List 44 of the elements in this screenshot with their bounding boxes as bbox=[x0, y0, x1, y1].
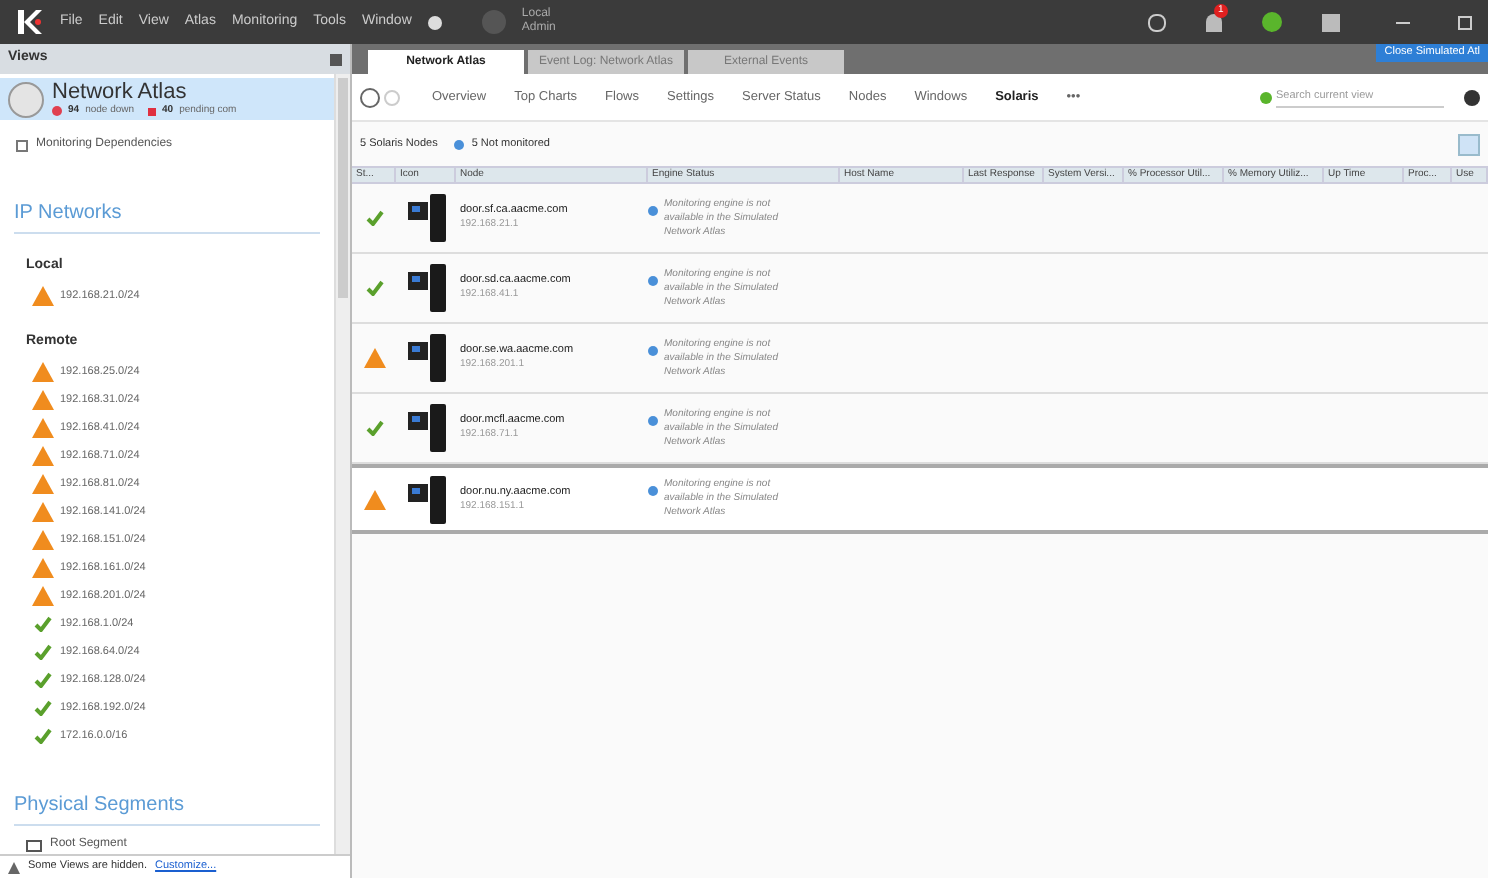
info-icon bbox=[453, 139, 464, 149]
info-icon bbox=[648, 415, 658, 425]
warning-icon bbox=[32, 286, 54, 306]
warning-icon bbox=[32, 446, 54, 466]
server-icon bbox=[407, 475, 445, 523]
warning-icon bbox=[32, 530, 54, 550]
search-icon bbox=[1260, 91, 1272, 103]
warning-icon bbox=[363, 489, 385, 509]
server-icon bbox=[407, 334, 445, 382]
info-icon bbox=[648, 205, 658, 215]
warning-icon bbox=[32, 502, 54, 522]
settings-icon[interactable] bbox=[1464, 89, 1480, 105]
server-icon bbox=[407, 404, 445, 452]
check-icon bbox=[365, 210, 383, 226]
warning-icon bbox=[32, 586, 54, 606]
bell-icon[interactable] bbox=[1206, 13, 1222, 31]
scroll-thumb[interactable] bbox=[338, 78, 348, 298]
warning-icon bbox=[32, 418, 54, 438]
warning-icon bbox=[32, 362, 54, 382]
dependencies-icon bbox=[16, 139, 28, 151]
section-heading: Physical Segments bbox=[14, 790, 320, 826]
server-icon bbox=[407, 194, 445, 242]
info-icon bbox=[648, 275, 658, 285]
warning-icon bbox=[32, 558, 54, 578]
check-icon bbox=[365, 280, 383, 296]
warning-icon bbox=[32, 474, 54, 494]
status-icon[interactable] bbox=[1262, 12, 1282, 32]
section-heading: IP Networks bbox=[14, 198, 320, 234]
globe-icon bbox=[8, 81, 44, 117]
pin-icon[interactable] bbox=[330, 53, 342, 65]
segment-icon bbox=[26, 839, 42, 851]
warning-icon bbox=[8, 861, 20, 873]
warning-icon bbox=[32, 390, 54, 410]
scrollbar[interactable] bbox=[334, 74, 350, 854]
info-icon bbox=[648, 345, 658, 355]
back-icon[interactable] bbox=[360, 87, 380, 107]
atlas-name: Network Atlas bbox=[52, 79, 189, 104]
server-icon bbox=[407, 264, 445, 312]
info-icon bbox=[648, 486, 658, 496]
warning-icon bbox=[363, 348, 385, 368]
minimize-icon[interactable] bbox=[1396, 21, 1410, 23]
check-icon bbox=[365, 420, 383, 436]
maximize-icon[interactable] bbox=[1458, 15, 1472, 29]
app-logo-icon bbox=[16, 10, 44, 34]
